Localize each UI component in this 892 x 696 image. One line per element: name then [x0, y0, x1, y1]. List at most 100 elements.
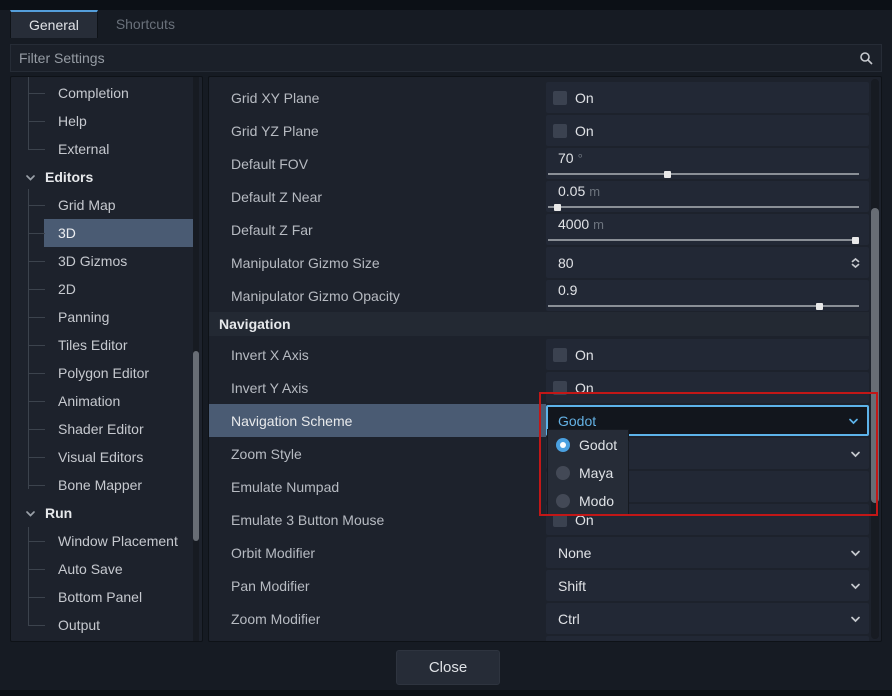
- sidebar-item-help[interactable]: Help: [11, 107, 202, 135]
- sidebar-item-animation[interactable]: Animation: [11, 387, 202, 415]
- setting-value[interactable]: Ctrl: [546, 603, 869, 634]
- sidebar-item-3d-gizmos[interactable]: 3D Gizmos: [11, 247, 202, 275]
- setting-value[interactable]: 0.9: [546, 280, 869, 311]
- setting-label-text: Default Z Near: [231, 189, 322, 205]
- sidebar-item-2d[interactable]: 2D: [11, 275, 202, 303]
- filter-settings-input[interactable]: Filter Settings: [10, 44, 882, 72]
- setting-label: Pan Modifier: [209, 569, 546, 602]
- slider-track[interactable]: [548, 305, 859, 307]
- slider-thumb[interactable]: [664, 171, 671, 178]
- setting-label: Invert Y Axis: [209, 371, 546, 404]
- chevron-down-icon[interactable]: [25, 172, 36, 183]
- slider-track[interactable]: [548, 239, 859, 241]
- sidebar-item-label: Shader Editor: [58, 421, 144, 437]
- tab-shortcuts[interactable]: Shortcuts: [98, 10, 193, 38]
- sidebar-item-label: Tiles Editor: [58, 337, 128, 353]
- setting-value[interactable]: ✓: [546, 636, 869, 642]
- setting-value[interactable]: 4000m: [546, 214, 869, 245]
- sidebar-item-output[interactable]: Output: [11, 611, 202, 639]
- setting-label: Zoom Style: [209, 437, 546, 470]
- sidebar-item-label: Bottom Panel: [58, 589, 142, 605]
- slider-thumb[interactable]: [816, 303, 823, 310]
- setting-label-text: Navigation Scheme: [231, 413, 352, 429]
- chevron-down-icon[interactable]: [850, 547, 861, 558]
- slider-unit: m: [593, 217, 604, 232]
- setting-row-grid-yz-plane: Grid YZ PlaneOn: [209, 114, 869, 147]
- slider[interactable]: 4000m: [546, 214, 869, 245]
- sidebar-item-3d[interactable]: 3D: [11, 219, 202, 247]
- sidebar-item-editors[interactable]: Editors: [11, 163, 202, 191]
- tree-connector-line: [28, 189, 29, 489]
- window-top-edge: [0, 0, 892, 10]
- checkbox[interactable]: [553, 348, 567, 362]
- sidebar-item-tiles-editor[interactable]: Tiles Editor: [11, 331, 202, 359]
- setting-row-warped-mouse-panning: Warped Mouse Panning✓: [209, 635, 869, 642]
- sidebar-item-external[interactable]: External: [11, 135, 202, 163]
- setting-value[interactable]: On: [546, 115, 869, 146]
- setting-label-text: Manipulator Gizmo Size: [231, 255, 380, 271]
- setting-label-text: Invert X Axis: [231, 347, 309, 363]
- slider-thumb[interactable]: [554, 204, 561, 211]
- setting-value[interactable]: 70°: [546, 148, 869, 179]
- sidebar-item-label: Polygon Editor: [58, 365, 149, 381]
- checkbox[interactable]: [553, 124, 567, 138]
- chevron-down-icon[interactable]: [850, 613, 861, 624]
- close-button[interactable]: Close: [396, 650, 500, 685]
- setting-label: Orbit Modifier: [209, 536, 546, 569]
- setting-value[interactable]: 80: [546, 247, 869, 278]
- sidebar-item-label: Window Placement: [58, 533, 178, 549]
- sidebar-scrollbar[interactable]: [193, 77, 199, 641]
- slider-track[interactable]: [548, 173, 859, 175]
- checkbox[interactable]: [553, 91, 567, 105]
- setting-label-text: Default Z Far: [231, 222, 313, 238]
- slider-track[interactable]: [548, 206, 859, 208]
- setting-row-default-z-far: Default Z Far 4000m: [209, 213, 869, 246]
- setting-label: Manipulator Gizmo Opacity: [209, 279, 546, 312]
- sidebar-item-auto-save[interactable]: Auto Save: [11, 555, 202, 583]
- setting-label-text: Default FOV: [231, 156, 308, 172]
- filter-placeholder: Filter Settings: [11, 50, 859, 66]
- setting-label: Navigation Scheme: [209, 404, 546, 437]
- sidebar-item-label: 3D: [58, 225, 76, 241]
- settings-detail-panel: Grid XY PlaneOnGrid YZ PlaneOnDefault FO…: [208, 76, 882, 642]
- sidebar-scrollbar-thumb[interactable]: [193, 351, 199, 541]
- slider[interactable]: 70°: [546, 148, 869, 179]
- sidebar-item-panning[interactable]: Panning: [11, 303, 202, 331]
- sidebar-item-label: External: [58, 141, 109, 157]
- sidebar-item-polygon-editor[interactable]: Polygon Editor: [11, 359, 202, 387]
- sidebar-item-run[interactable]: Run: [11, 499, 202, 527]
- slider[interactable]: 0.05m: [546, 181, 869, 212]
- setting-value[interactable]: None: [546, 537, 869, 568]
- sidebar-item-label: Bone Mapper: [58, 477, 142, 493]
- combo-value: None: [558, 545, 591, 561]
- spinner-updown-icon[interactable]: [850, 257, 861, 268]
- checkbox-label: On: [575, 90, 594, 106]
- slider-thumb[interactable]: [852, 237, 859, 244]
- chevron-down-icon[interactable]: [25, 508, 36, 519]
- sidebar-item-label: Grid Map: [58, 197, 116, 213]
- sidebar-item-visual-editors[interactable]: Visual Editors: [11, 443, 202, 471]
- sidebar-item-completion[interactable]: Completion: [11, 79, 202, 107]
- setting-label-text: Grid XY Plane: [231, 90, 319, 106]
- chevron-down-icon[interactable]: [850, 580, 861, 591]
- sidebar-item-label: Completion: [58, 85, 129, 101]
- sidebar-item-shader-editor[interactable]: Shader Editor: [11, 415, 202, 443]
- sidebar-item-bottom-panel[interactable]: Bottom Panel: [11, 583, 202, 611]
- sidebar-item-label: Run: [45, 505, 72, 521]
- main-scrollbar[interactable]: [871, 79, 879, 639]
- sidebar-item-label: Visual Editors: [58, 449, 143, 465]
- sidebar-item-label: Animation: [58, 393, 120, 409]
- slider[interactable]: 0.9: [546, 280, 869, 311]
- setting-value[interactable]: 0.05m: [546, 181, 869, 212]
- setting-label: Invert X Axis: [209, 338, 546, 371]
- setting-value[interactable]: Shift: [546, 570, 869, 601]
- tab-general[interactable]: General: [10, 10, 98, 38]
- sidebar-item-grid-map[interactable]: Grid Map: [11, 191, 202, 219]
- sidebar-item-window-placement[interactable]: Window Placement: [11, 527, 202, 555]
- sidebar-item-bone-mapper[interactable]: Bone Mapper: [11, 471, 202, 499]
- setting-value[interactable]: On: [546, 82, 869, 113]
- settings-tree-panel: Completion Help External Editors Grid Map 3D 3…: [10, 76, 203, 642]
- setting-label: Manipulator Gizmo Size: [209, 246, 546, 279]
- setting-value[interactable]: On: [546, 339, 869, 370]
- setting-row-zoom-modifier: Zoom ModifierCtrl: [209, 602, 869, 635]
